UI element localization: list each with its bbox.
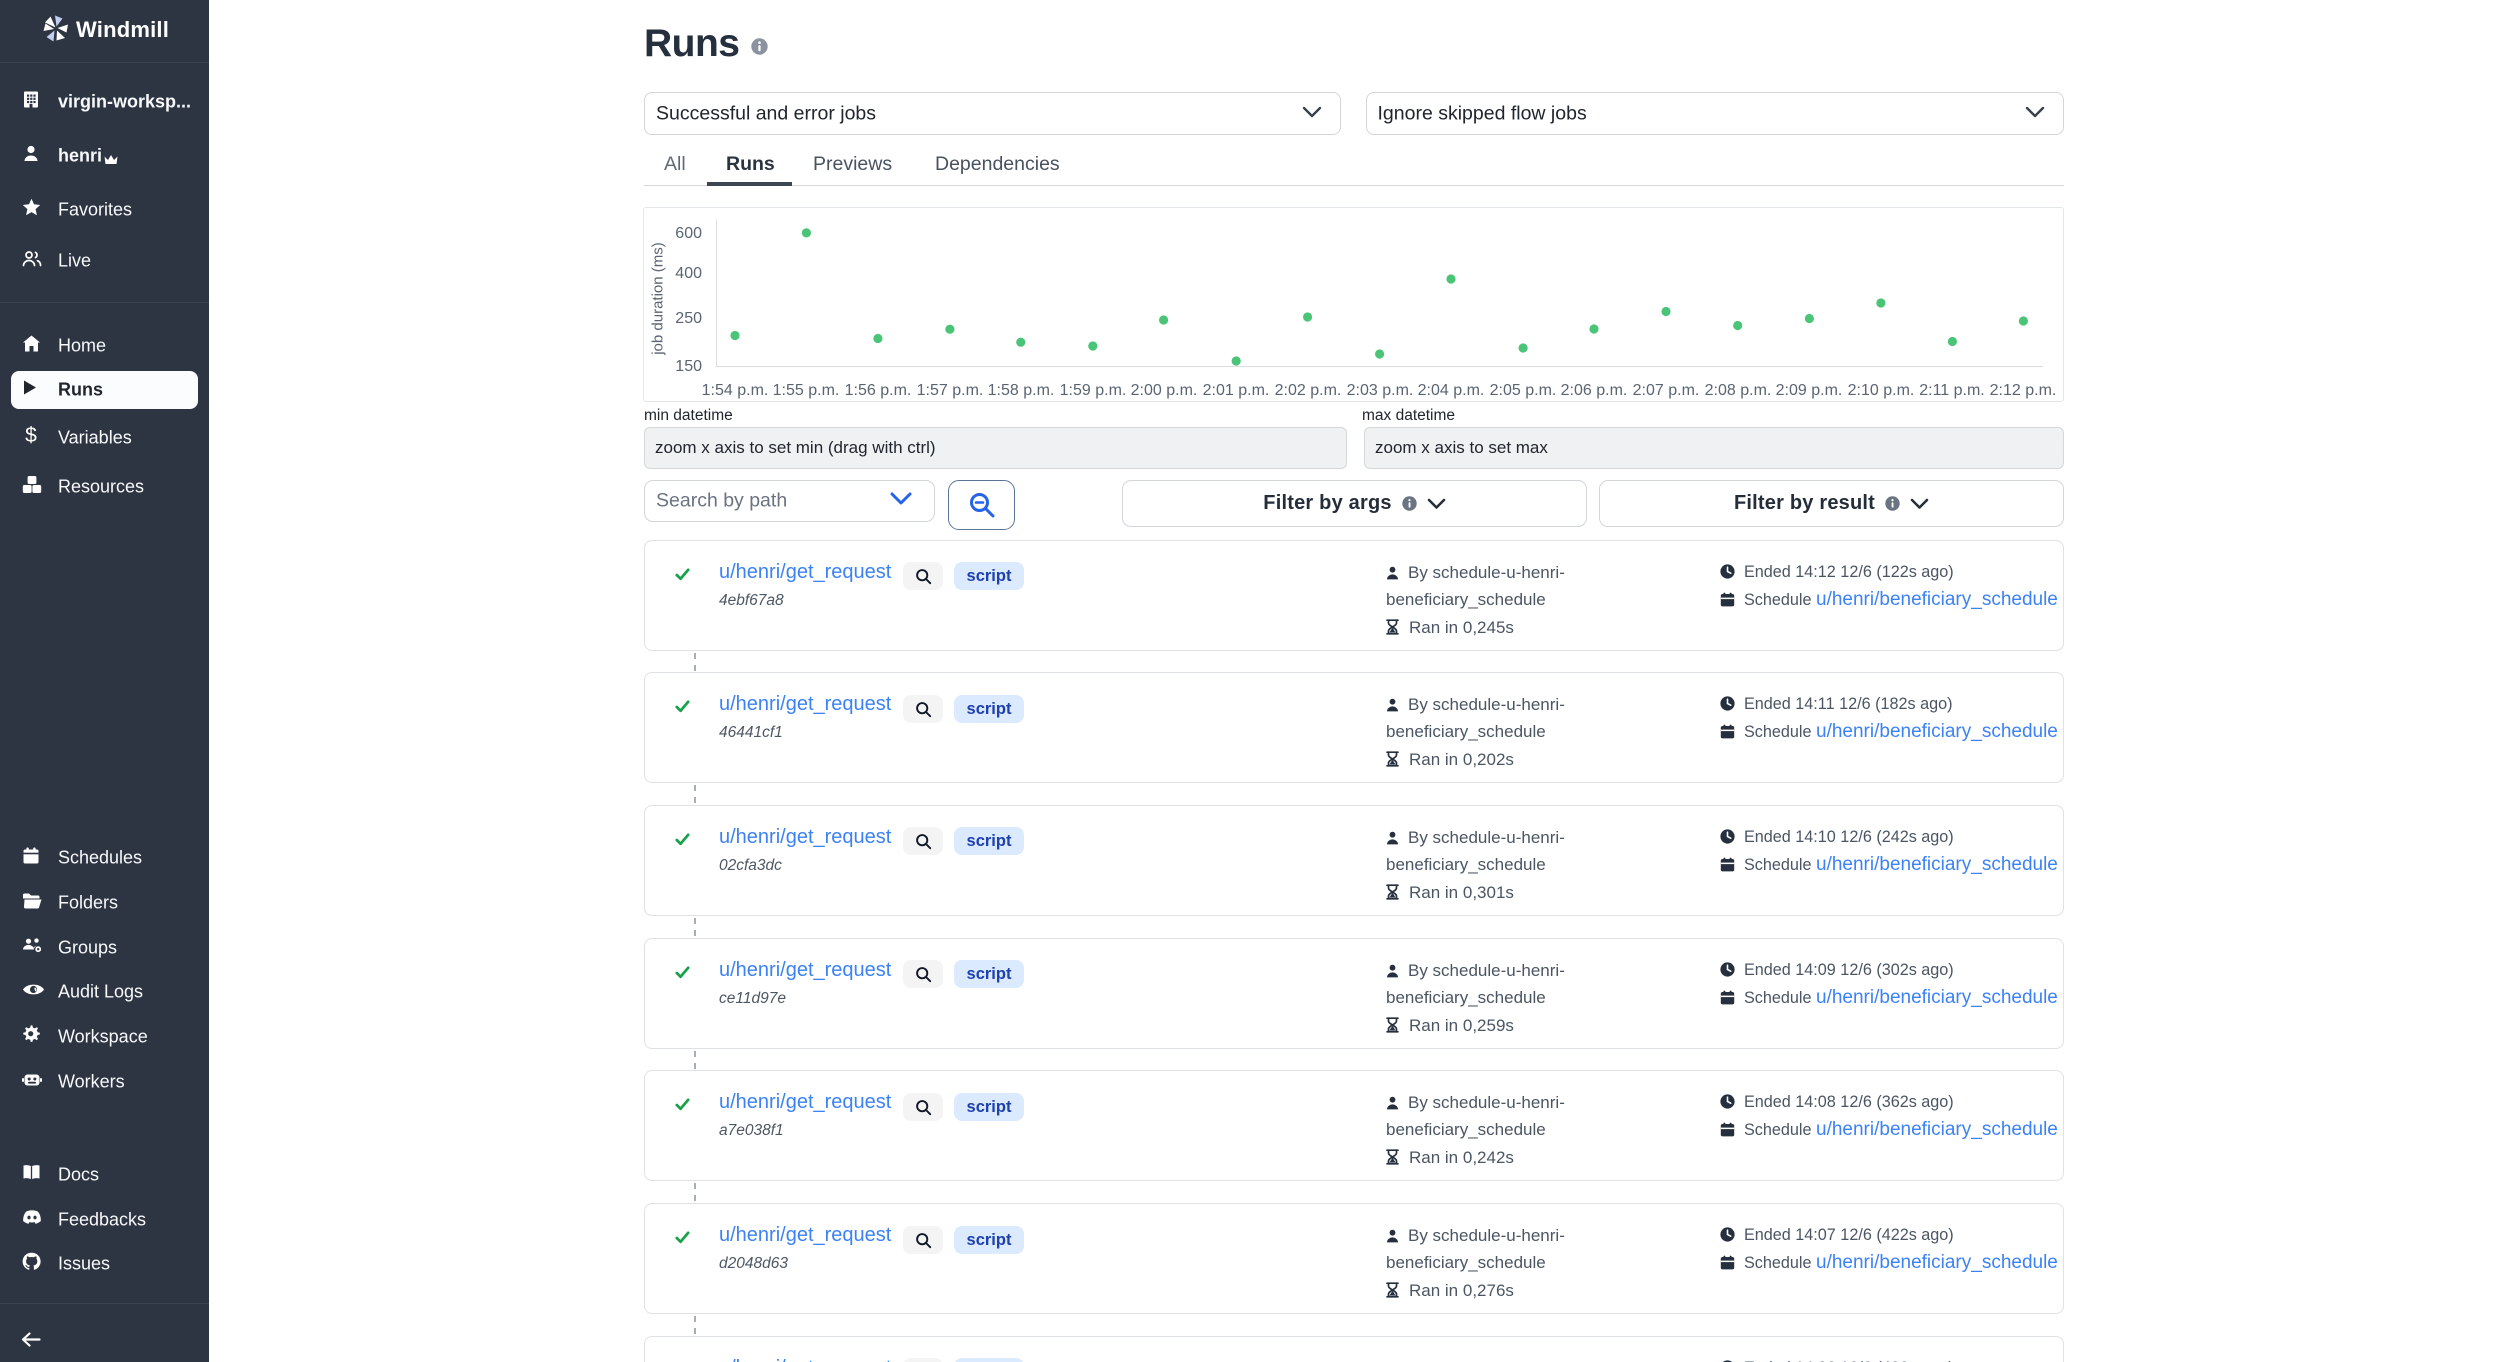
svg-text:$: $ (25, 425, 37, 446)
